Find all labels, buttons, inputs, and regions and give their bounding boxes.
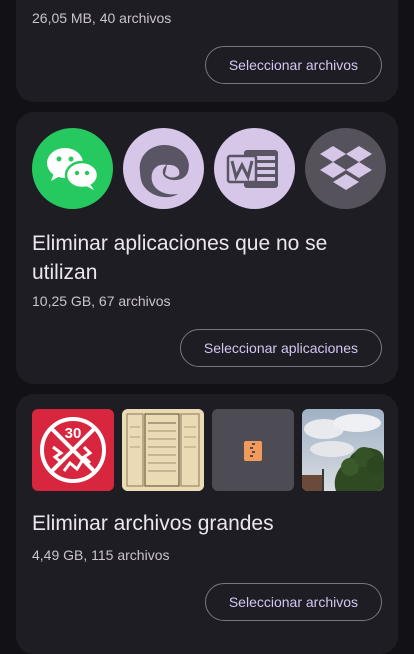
edge-icon bbox=[123, 128, 204, 209]
large-files-thumbnails: 30 bbox=[32, 409, 384, 491]
app-icons-row bbox=[32, 128, 386, 209]
select-large-files-button[interactable]: Seleccionar archivos bbox=[204, 583, 382, 621]
dropbox-icon bbox=[305, 128, 386, 209]
unused-apps-meta: 10,25 GB, 67 archivos bbox=[32, 293, 171, 309]
svg-text:30: 30 bbox=[65, 425, 82, 442]
select-apps-button[interactable]: Seleccionar aplicaciones bbox=[179, 329, 382, 367]
document-scan-thumbnail bbox=[122, 409, 204, 491]
word-icon bbox=[214, 128, 295, 209]
large-files-meta: 4,49 GB, 115 archivos bbox=[32, 547, 170, 563]
zip-file-thumbnail bbox=[212, 409, 294, 491]
junk-files-card: 26,05 MB, 40 archivos Seleccionar archiv… bbox=[16, 0, 398, 102]
sky-tree-photo-thumbnail bbox=[302, 409, 384, 491]
select-files-button[interactable]: Seleccionar archivos bbox=[204, 46, 382, 84]
unused-apps-card: Eliminar aplicaciones que no se utilizan… bbox=[16, 112, 398, 384]
speed-limit-sign-thumbnail: 30 bbox=[32, 409, 114, 491]
large-files-card: 30 Eliminar archivos grandes 4,49 GB, 11… bbox=[16, 394, 398, 654]
wechat-icon bbox=[32, 128, 113, 209]
junk-files-meta: 26,05 MB, 40 archivos bbox=[32, 10, 172, 26]
large-files-title: Eliminar archivos grandes bbox=[32, 512, 274, 535]
unused-apps-title: Eliminar aplicaciones que no se utilizan bbox=[32, 232, 328, 284]
